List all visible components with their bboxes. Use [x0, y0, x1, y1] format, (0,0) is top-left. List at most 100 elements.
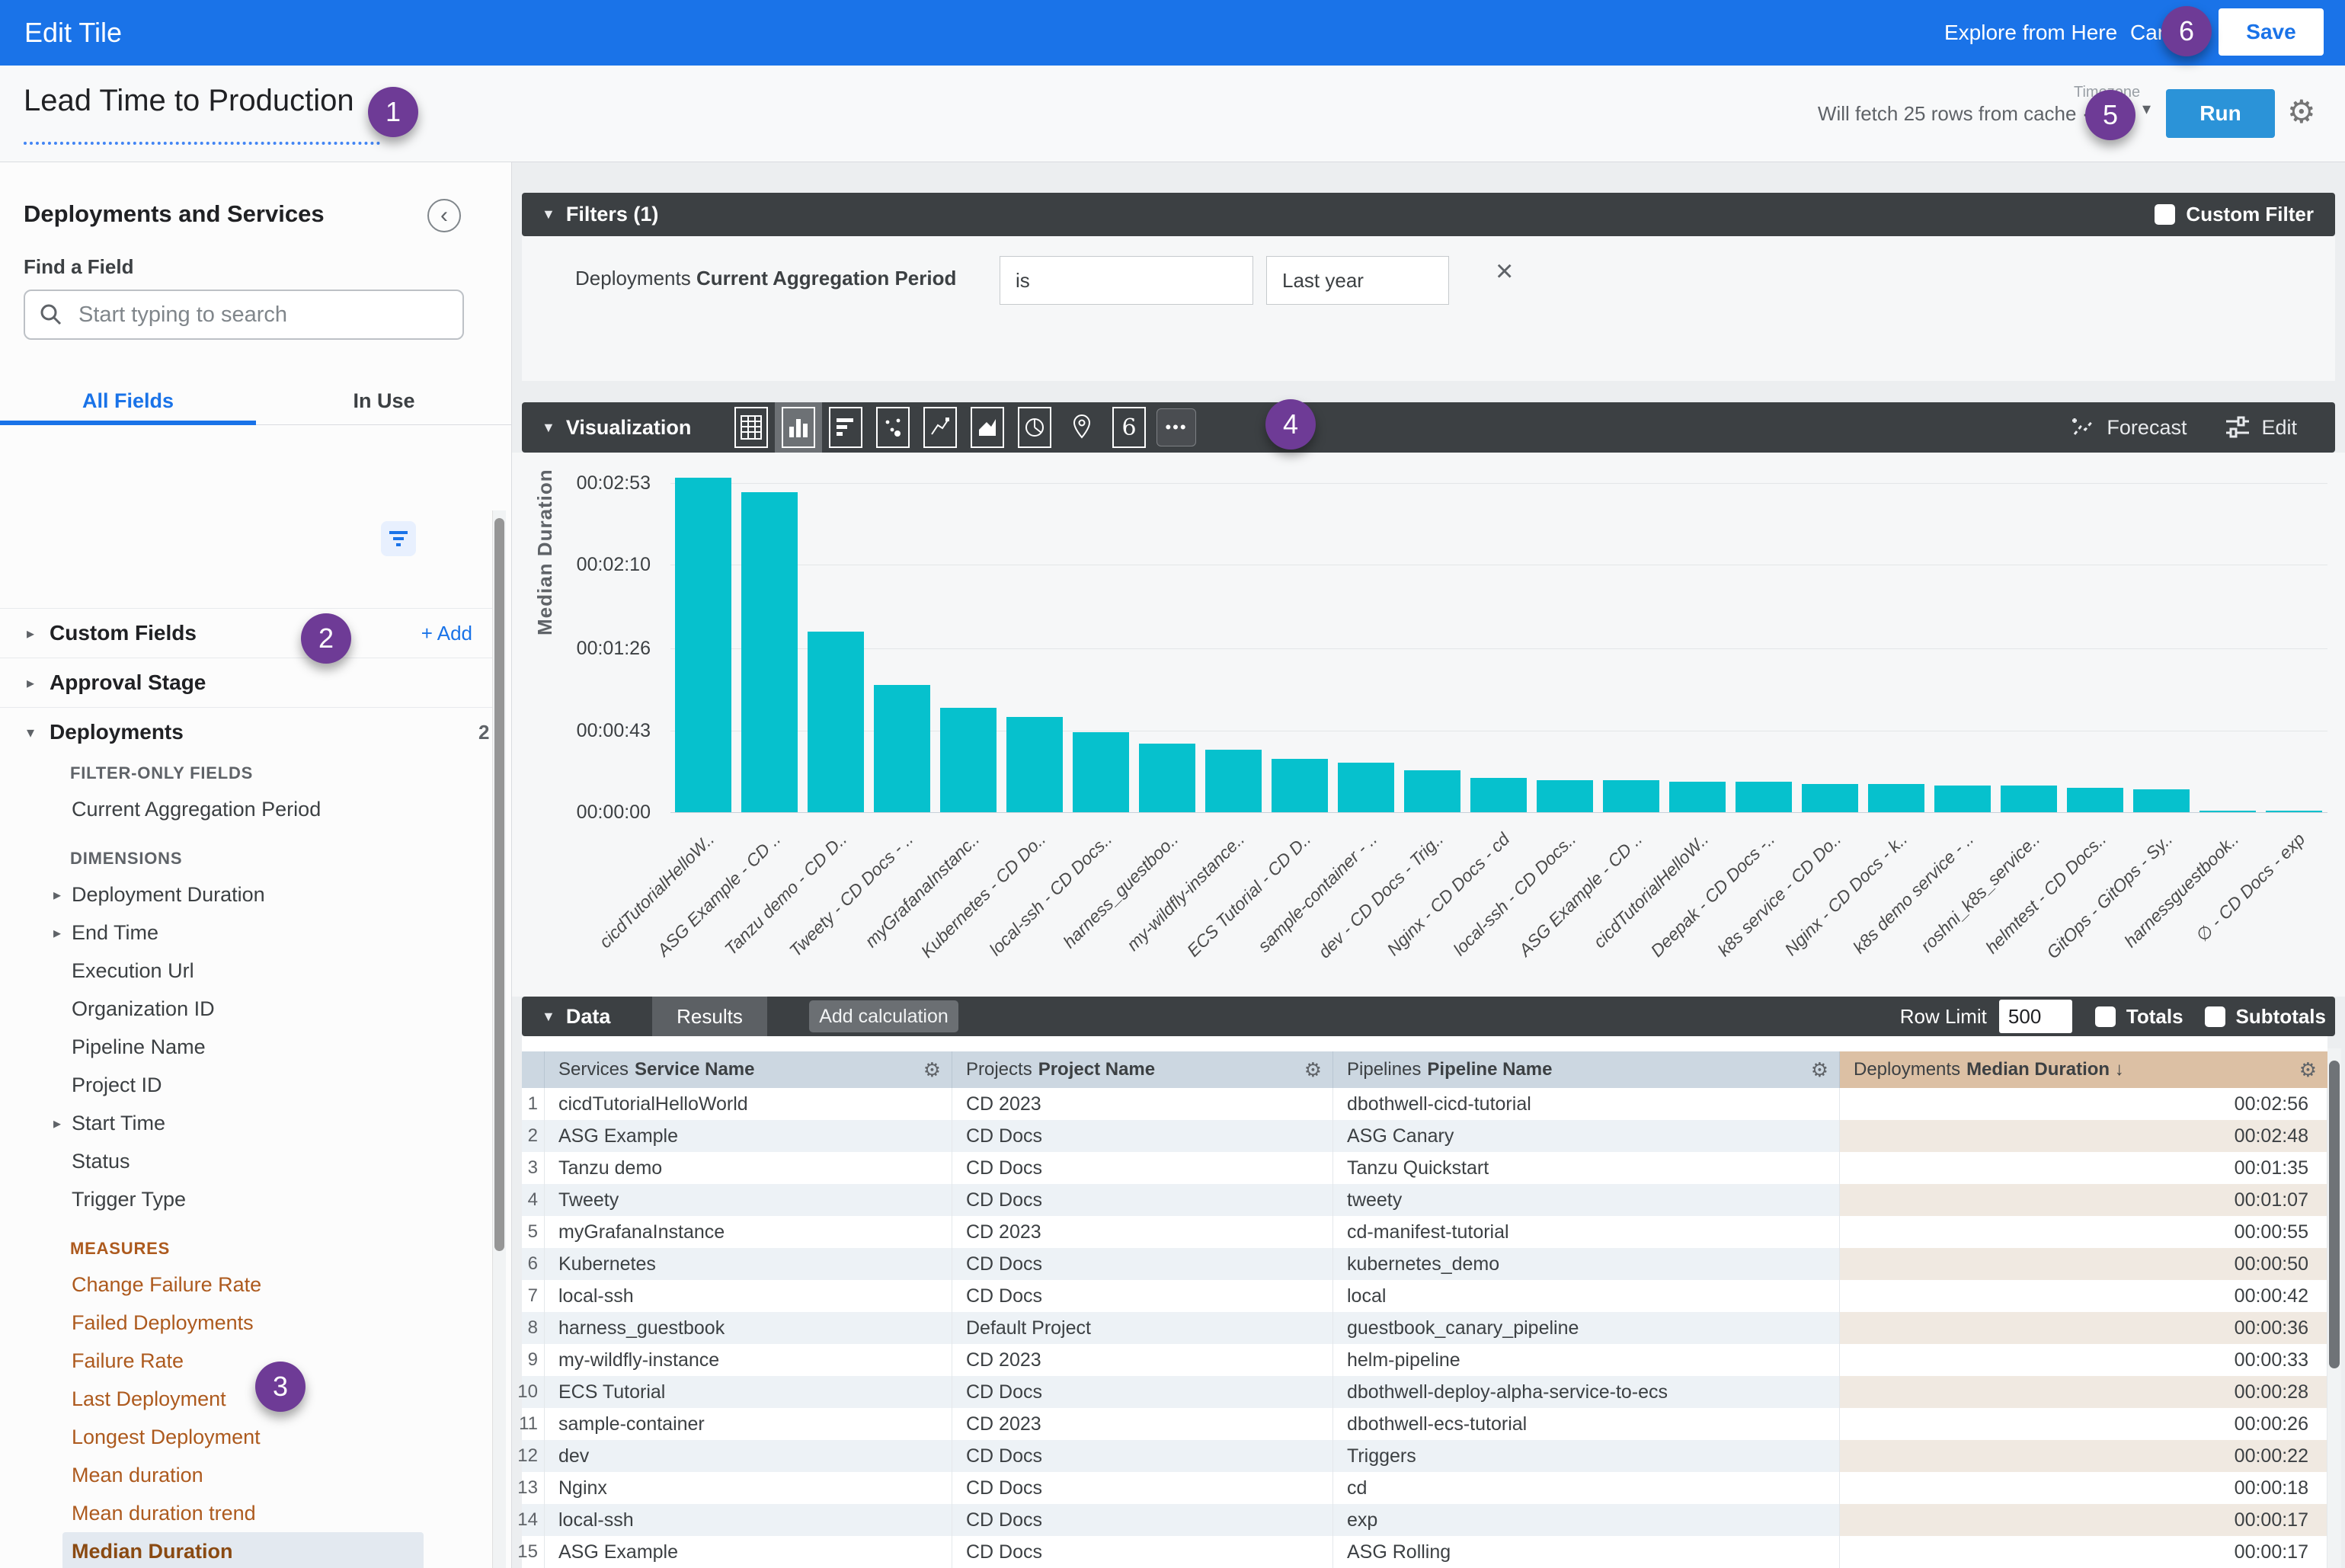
- bar-4[interactable]: [874, 685, 930, 812]
- filters-section-bar[interactable]: ▼ Filters (1) Custom Filter: [522, 193, 2335, 236]
- bar-20[interactable]: [1934, 786, 1991, 812]
- collapse-data-icon[interactable]: ▼: [542, 1009, 555, 1025]
- bar-13[interactable]: [1470, 778, 1527, 812]
- column-chart-icon[interactable]: [775, 402, 822, 453]
- forecast-button[interactable]: Forecast: [2070, 416, 2187, 440]
- more-charts-icon[interactable]: •••: [1153, 402, 1200, 453]
- bar-chart-icon[interactable]: [822, 402, 869, 453]
- add-custom-field-link[interactable]: + Add: [421, 622, 472, 645]
- table-scrollbar[interactable]: [2327, 1048, 2341, 1568]
- bar-23[interactable]: [2133, 789, 2190, 812]
- explore-from-here-link[interactable]: Explore from Here: [1944, 0, 2117, 66]
- filter-value-input[interactable]: Last year: [1266, 256, 1449, 305]
- sidebar-item-pipeline-name[interactable]: Pipeline Name: [0, 1028, 494, 1066]
- results-tab[interactable]: Results: [652, 997, 767, 1036]
- bar-19[interactable]: [1868, 784, 1924, 812]
- sidebar-item-end-time[interactable]: ▸End Time: [0, 914, 494, 952]
- chevron-right-icon[interactable]: ▸: [53, 923, 72, 942]
- sidebar-item-project-id[interactable]: Project ID: [0, 1066, 494, 1104]
- chevron-down-icon[interactable]: ▾: [27, 723, 45, 742]
- table-row[interactable]: 15ASG ExampleCD DocsASG Rolling00:00:17: [522, 1536, 2327, 1568]
- sidebar-item-organization-id[interactable]: Organization ID: [0, 990, 494, 1028]
- bar-5[interactable]: [940, 708, 997, 812]
- custom-filter-checkbox[interactable]: [2155, 204, 2175, 225]
- bar-10[interactable]: [1272, 759, 1328, 812]
- table-row[interactable]: 10ECS TutorialCD Docsdbothwell-deploy-al…: [522, 1376, 2327, 1408]
- bar-21[interactable]: [2001, 786, 2057, 812]
- chevron-right-icon[interactable]: ▸: [53, 1114, 72, 1133]
- bar-22[interactable]: [2067, 788, 2123, 812]
- sidebar-item-current-aggregation-period[interactable]: Current Aggregation Period: [0, 790, 494, 828]
- field-search-input[interactable]: Start typing to search: [24, 290, 464, 340]
- sidebar-item-median-duration[interactable]: Median Duration: [0, 1532, 494, 1568]
- bar-2[interactable]: [741, 492, 798, 812]
- settings-gear-icon[interactable]: ⚙: [2287, 93, 2316, 130]
- sidebar-item-custom-fields[interactable]: ▸Custom Fields+ Add: [0, 608, 494, 658]
- line-chart-icon[interactable]: [917, 402, 964, 453]
- row-limit-input[interactable]: 500: [1999, 1000, 2072, 1033]
- sidebar-item-mean-duration-trend[interactable]: Mean duration trend: [0, 1494, 494, 1532]
- bar-24[interactable]: [2199, 811, 2256, 812]
- area-chart-icon[interactable]: [964, 402, 1011, 453]
- pie-chart-icon[interactable]: [1011, 402, 1058, 453]
- table-chart-icon[interactable]: [728, 402, 775, 453]
- single-value-chart-icon[interactable]: 6: [1105, 402, 1153, 453]
- column-gear-icon[interactable]: ⚙: [1811, 1058, 1828, 1082]
- timezone-caret-icon[interactable]: ▾: [2142, 99, 2151, 119]
- sidebar-item-deployment-duration[interactable]: ▸Deployment Duration: [0, 875, 494, 914]
- sidebar-item-longest-deployment[interactable]: Longest Deployment: [0, 1418, 494, 1456]
- bar-9[interactable]: [1205, 750, 1262, 812]
- bar-18[interactable]: [1802, 784, 1858, 812]
- column-gear-icon[interactable]: ⚙: [1304, 1058, 1322, 1082]
- collapse-visualization-icon[interactable]: ▼: [542, 420, 555, 436]
- tile-title[interactable]: Lead Time to Production: [24, 84, 354, 118]
- sidebar-item-trigger-type[interactable]: Trigger Type: [0, 1180, 494, 1218]
- tab-in-use[interactable]: In Use: [256, 377, 512, 424]
- sidebar-item-approval-stage[interactable]: ▸Approval Stage: [0, 658, 494, 707]
- scatter-chart-icon[interactable]: [869, 402, 917, 453]
- table-row[interactable]: 13NginxCD Docscd00:00:18: [522, 1472, 2327, 1504]
- sidebar-item-execution-url[interactable]: Execution Url: [0, 952, 494, 990]
- table-row[interactable]: 11sample-containerCD 2023dbothwell-ecs-t…: [522, 1408, 2327, 1440]
- table-row[interactable]: 8harness_guestbookDefault Projectguestbo…: [522, 1312, 2327, 1344]
- tab-all-fields[interactable]: All Fields: [0, 377, 256, 424]
- sidebar-item-change-failure-rate[interactable]: Change Failure Rate: [0, 1266, 494, 1304]
- bar-11[interactable]: [1338, 763, 1394, 812]
- table-row[interactable]: 14local-sshCD Docsexp00:00:17: [522, 1504, 2327, 1536]
- table-row[interactable]: 2ASG ExampleCD DocsASG Canary00:02:48: [522, 1120, 2327, 1152]
- table-row[interactable]: 12devCD DocsTriggers00:00:22: [522, 1440, 2327, 1472]
- sidebar-item-deployments[interactable]: ▾Deployments2: [0, 707, 494, 757]
- bar-17[interactable]: [1736, 782, 1792, 812]
- bar-15[interactable]: [1603, 780, 1659, 812]
- column-gear-icon[interactable]: ⚙: [2299, 1058, 2317, 1082]
- sidebar-item-status[interactable]: Status: [0, 1142, 494, 1180]
- subtotals-checkbox[interactable]: [2205, 1006, 2225, 1027]
- sidebar-item-mean-duration[interactable]: Mean duration: [0, 1456, 494, 1494]
- column-header-project-name[interactable]: ProjectsProject Name⚙: [952, 1051, 1333, 1088]
- table-row[interactable]: 3Tanzu demoCD DocsTanzu Quickstart00:01:…: [522, 1152, 2327, 1184]
- totals-checkbox[interactable]: [2095, 1006, 2116, 1027]
- column-gear-icon[interactable]: ⚙: [923, 1058, 941, 1082]
- run-button[interactable]: Run: [2166, 89, 2275, 138]
- edit-viz-button[interactable]: Edit: [2225, 416, 2297, 440]
- table-row[interactable]: 6KubernetesCD Docskubernetes_demo00:00:5…: [522, 1248, 2327, 1280]
- bar-1[interactable]: [675, 478, 731, 812]
- column-header-median-duration[interactable]: DeploymentsMedian Duration ↓⚙: [1840, 1051, 2327, 1088]
- bar-8[interactable]: [1139, 744, 1195, 812]
- add-calculation-button[interactable]: Add calculation: [809, 1000, 958, 1032]
- bar-7[interactable]: [1073, 732, 1129, 812]
- data-section-bar[interactable]: ▼ Data Results Add calculation Row Limit…: [522, 997, 2335, 1036]
- bar-14[interactable]: [1537, 780, 1593, 812]
- collapse-sidebar-icon[interactable]: ‹: [427, 199, 461, 232]
- bar-6[interactable]: [1006, 717, 1063, 812]
- save-button[interactable]: Save: [2219, 8, 2324, 56]
- table-scrollbar-thumb[interactable]: [2329, 1061, 2340, 1368]
- sidebar-scrollbar[interactable]: [492, 510, 506, 1568]
- chevron-right-icon[interactable]: ▸: [53, 885, 72, 904]
- bar-12[interactable]: [1404, 770, 1460, 812]
- remove-filter-icon[interactable]: ×: [1496, 254, 1513, 289]
- bar-25[interactable]: [2266, 811, 2322, 812]
- filter-operator-select[interactable]: is: [1000, 256, 1253, 305]
- collapse-filters-icon[interactable]: ▼: [542, 206, 555, 222]
- sidebar-scrollbar-thumb[interactable]: [494, 518, 504, 1251]
